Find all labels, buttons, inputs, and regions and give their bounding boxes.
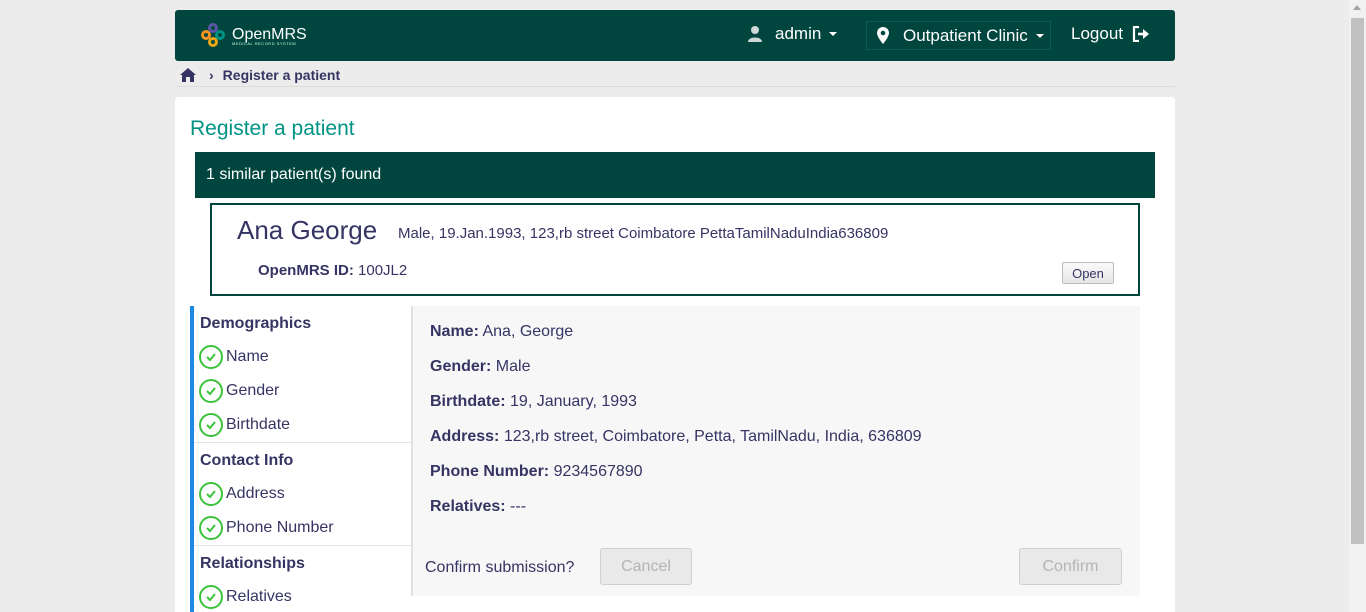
scroll-thumb[interactable] [1351, 18, 1364, 544]
id-value: 100JL2 [358, 262, 408, 279]
scroll-up-arrow-icon[interactable] [1353, 5, 1361, 10]
confirm-button[interactable]: Confirm [1019, 548, 1122, 585]
logout-link[interactable]: Logout [1071, 24, 1150, 44]
field-label: Address: [430, 428, 500, 445]
check-circle-icon [199, 379, 223, 403]
field-value: 123,rb street, Coimbatore, Petta, TamilN… [503, 428, 922, 445]
similar-patient-card: Ana George Male, 19.Jan.1993, 123,rb str… [210, 203, 1140, 296]
open-patient-button[interactable]: Open [1062, 262, 1114, 284]
confirm-question: Confirm submission? [425, 559, 575, 576]
match-patient-name: Ana George [237, 215, 378, 245]
breadcrumb-current: Register a patient [222, 67, 341, 83]
id-label: OpenMRS ID: [258, 262, 354, 279]
registration-sidenav: Demographics Name Gender Birthdate Conta… [190, 306, 412, 612]
summary-birthdate: Birthdate: 19, January, 1993 [430, 393, 637, 411]
logout-icon [1132, 26, 1149, 42]
check-circle-icon [199, 413, 223, 437]
field-label: Birthdate: [430, 393, 506, 410]
confirmation-summary: Name: Ana, George Gender: Male Birthdate… [411, 306, 1140, 596]
sidebar-item-birthdate[interactable]: Birthdate [194, 408, 412, 442]
sidebar-item-label: Relatives [226, 588, 292, 605]
chevron-down-icon [1035, 33, 1044, 38]
breadcrumb-divider [175, 86, 1175, 87]
nav-section-contact: Contact Info Address Phone Number [194, 443, 412, 546]
summary-address: Address: 123,rb street, Coimbatore, Pett… [430, 428, 922, 446]
sidebar-item-label: Name [226, 348, 269, 365]
check-circle-icon [199, 516, 223, 540]
sidebar-item-relatives[interactable]: Relatives [194, 580, 412, 612]
openmrs-logo-icon [201, 23, 225, 47]
sidebar-item-name[interactable]: Name [194, 340, 412, 374]
openmrs-logo[interactable]: OpenMRS MEDICAL RECORD SYSTEM [201, 23, 307, 47]
nav-section-title[interactable]: Contact Info [194, 443, 412, 477]
main-panel: Register a patient 1 similar patient(s) … [175, 97, 1175, 612]
map-marker-icon [877, 27, 889, 44]
check-circle-icon [199, 482, 223, 506]
sidebar-item-phone[interactable]: Phone Number [194, 511, 412, 545]
sidebar-item-gender[interactable]: Gender [194, 374, 412, 408]
location-name: Outpatient Clinic [903, 25, 1028, 45]
field-label: Relatives: [430, 498, 506, 515]
summary-relatives: Relatives: --- [430, 498, 526, 516]
field-value: 19, January, 1993 [510, 393, 637, 410]
field-label: Phone Number: [430, 463, 550, 480]
user-icon [748, 26, 762, 42]
top-header: OpenMRS MEDICAL RECORD SYSTEM admin Outp… [175, 10, 1175, 61]
sidebar-item-address[interactable]: Address [194, 477, 412, 511]
field-value: Ana, George [482, 323, 574, 340]
home-icon[interactable] [180, 68, 196, 82]
similar-patients-banner: 1 similar patient(s) found [195, 152, 1155, 198]
match-patient-details: Male, 19.Jan.1993, 123,rb street Coimbat… [398, 225, 889, 242]
cancel-button[interactable]: Cancel [600, 548, 692, 585]
location-selector[interactable]: Outpatient Clinic [866, 21, 1051, 50]
chevron-down-icon [829, 32, 838, 36]
nav-section-title[interactable]: Relationships [194, 546, 412, 580]
field-label: Name: [430, 323, 479, 340]
sidebar-item-label: Gender [226, 382, 280, 399]
user-name: admin [775, 24, 822, 43]
breadcrumb: › Register a patient [180, 66, 340, 84]
sidebar-item-label: Phone Number [226, 519, 334, 536]
check-circle-icon [199, 345, 223, 369]
sidebar-item-label: Birthdate [226, 416, 291, 433]
user-menu[interactable]: admin [747, 24, 838, 44]
nav-section-demographics: Demographics Name Gender Birthdate [194, 306, 412, 443]
nav-section-title[interactable]: Demographics [194, 306, 412, 340]
sidebar-item-label: Address [226, 485, 285, 502]
chevron-right-icon: › [209, 67, 214, 83]
field-value: --- [510, 498, 527, 515]
match-patient-id: OpenMRS ID: 100JL2 [258, 262, 407, 279]
page-title: Register a patient [190, 117, 355, 140]
summary-gender: Gender: Male [430, 358, 530, 376]
logo-subtext: MEDICAL RECORD SYSTEM [232, 41, 297, 46]
page-scrollbar[interactable] [1349, 0, 1366, 612]
field-value: 9234567890 [553, 463, 643, 480]
check-circle-icon [199, 585, 223, 609]
field-label: Gender: [430, 358, 492, 375]
summary-phone: Phone Number: 9234567890 [430, 463, 643, 481]
field-value: Male [495, 358, 531, 375]
nav-section-relationships: Relationships Relatives [194, 546, 412, 612]
summary-name: Name: Ana, George [430, 323, 573, 341]
logout-label: Logout [1071, 24, 1123, 43]
